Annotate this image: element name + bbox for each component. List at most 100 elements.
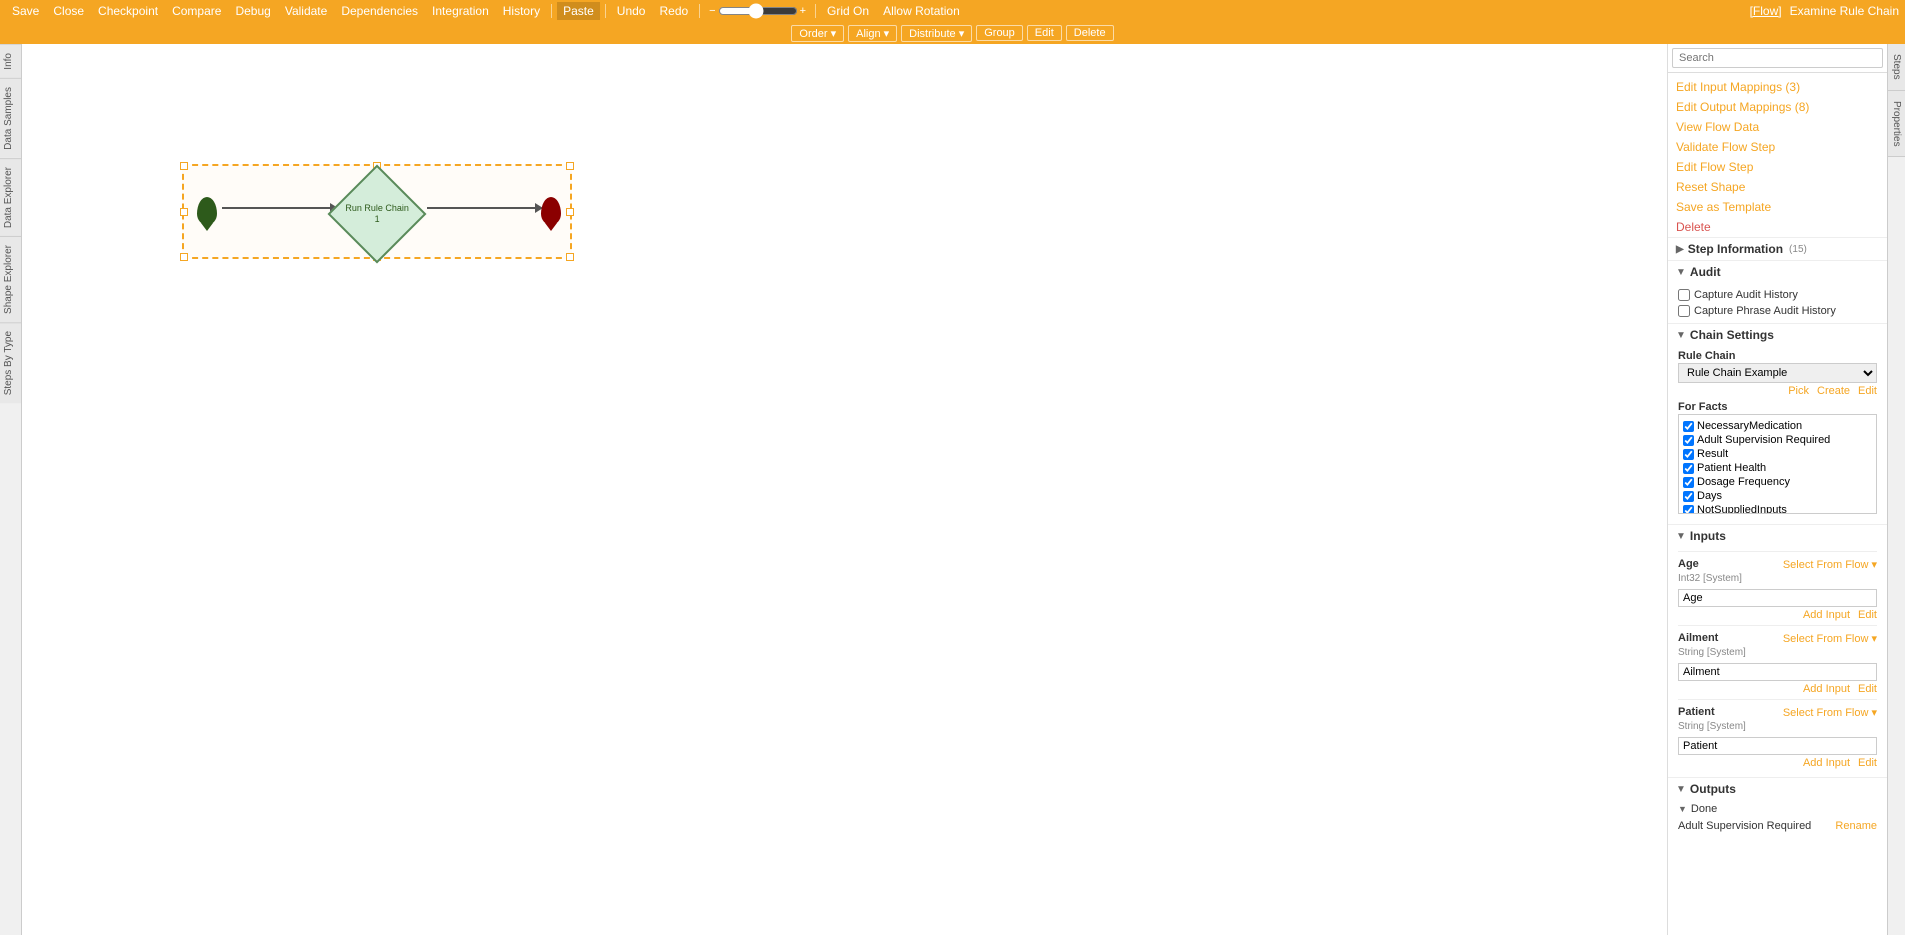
rule-chain-node[interactable]: Run Rule Chain 1 bbox=[327, 179, 427, 249]
capture-phrase-checkbox[interactable] bbox=[1678, 305, 1690, 317]
for-facts-box: NecessaryMedication Adult Supervision Re… bbox=[1678, 414, 1877, 514]
ailment-input-group: Ailment Select From Flow ▾ String [Syste… bbox=[1678, 625, 1877, 699]
save-as-template-link[interactable]: Save as Template bbox=[1668, 197, 1887, 217]
vert-tab-properties[interactable]: Properties bbox=[1888, 91, 1905, 158]
patient-edit-link[interactable]: Edit bbox=[1858, 757, 1877, 769]
fact-checkbox-5[interactable] bbox=[1683, 491, 1694, 502]
fact-checkbox-1[interactable] bbox=[1683, 435, 1694, 446]
fact-label-4: Dosage Frequency bbox=[1697, 476, 1790, 488]
redo-button[interactable]: Redo bbox=[653, 2, 694, 20]
delete-link[interactable]: Delete bbox=[1668, 217, 1887, 237]
diamond-shape: Run Rule Chain 1 bbox=[328, 165, 427, 264]
edit-output-mappings-link[interactable]: Edit Output Mappings (8) bbox=[1668, 97, 1887, 117]
patient-input-field[interactable]: Patient bbox=[1678, 737, 1877, 755]
group-button[interactable]: Group bbox=[976, 25, 1023, 41]
validate-flow-step-link[interactable]: Validate Flow Step bbox=[1668, 137, 1887, 157]
handle-tr[interactable] bbox=[566, 162, 574, 170]
search-input[interactable] bbox=[1672, 48, 1883, 68]
fact-label-5: Days bbox=[1697, 490, 1722, 502]
age-edit-link[interactable]: Edit bbox=[1858, 609, 1877, 621]
align-button[interactable]: Align ▾ bbox=[848, 25, 897, 42]
delete-button[interactable]: Delete bbox=[1066, 25, 1114, 41]
order-button[interactable]: Order ▾ bbox=[791, 25, 844, 42]
ailment-select-from-flow[interactable]: Select From Flow ▾ bbox=[1783, 632, 1877, 645]
inputs-arrow: ▼ bbox=[1676, 531, 1686, 542]
fact-checkbox-0[interactable] bbox=[1683, 421, 1694, 432]
sidebar-tab-data-samples[interactable]: Data Samples bbox=[0, 78, 21, 158]
age-add-input-link[interactable]: Add Input bbox=[1803, 609, 1850, 621]
handle-br[interactable] bbox=[566, 253, 574, 261]
inputs-header[interactable]: ▼ Inputs bbox=[1668, 524, 1887, 547]
close-button[interactable]: Close bbox=[47, 2, 90, 20]
undo-button[interactable]: Undo bbox=[611, 2, 652, 20]
rename-link[interactable]: Rename bbox=[1835, 820, 1877, 832]
handle-tl[interactable] bbox=[180, 162, 188, 170]
main-layout: Info Data Samples Data Explorer Shape Ex… bbox=[0, 44, 1905, 935]
flow-link[interactable]: [Flow] bbox=[1750, 4, 1782, 18]
fact-row-2: Result bbox=[1683, 447, 1872, 461]
patient-add-input-link[interactable]: Add Input bbox=[1803, 757, 1850, 769]
step-info-arrow: ▶ bbox=[1676, 244, 1684, 255]
left-sidebar: Info Data Samples Data Explorer Shape Ex… bbox=[0, 44, 22, 935]
sidebar-tab-info[interactable]: Info bbox=[0, 44, 21, 78]
handle-bl[interactable] bbox=[180, 253, 188, 261]
patient-field-label: Patient bbox=[1678, 706, 1715, 718]
ailment-type-label: String [System] bbox=[1678, 647, 1877, 658]
rule-chain-links: Pick Create Edit bbox=[1678, 385, 1877, 397]
canvas-area[interactable]: Run Rule Chain 1 bbox=[22, 44, 1667, 935]
compare-button[interactable]: Compare bbox=[166, 2, 227, 20]
sidebar-tab-steps-by-type[interactable]: Steps By Type bbox=[0, 322, 21, 403]
rule-chain-select[interactable]: Rule Chain Example bbox=[1678, 363, 1877, 383]
chain-settings-header[interactable]: ▼ Chain Settings bbox=[1668, 323, 1887, 346]
fact-row-4: Dosage Frequency bbox=[1683, 475, 1872, 489]
fact-label-1: Adult Supervision Required bbox=[1697, 434, 1830, 446]
edit-flow-step-link[interactable]: Edit Flow Step bbox=[1668, 157, 1887, 177]
debug-button[interactable]: Debug bbox=[229, 2, 276, 20]
edit-button[interactable]: Edit bbox=[1027, 25, 1062, 41]
fact-checkbox-4[interactable] bbox=[1683, 477, 1694, 488]
age-input-field[interactable]: Age bbox=[1678, 589, 1877, 607]
dependencies-button[interactable]: Dependencies bbox=[335, 2, 424, 20]
ailment-add-input-link[interactable]: Add Input bbox=[1803, 683, 1850, 695]
edit-chain-link[interactable]: Edit bbox=[1858, 385, 1877, 397]
fact-checkbox-2[interactable] bbox=[1683, 449, 1694, 460]
zoom-plus-icon[interactable]: + bbox=[800, 5, 806, 17]
outputs-header[interactable]: ▼ Outputs bbox=[1668, 777, 1887, 800]
step-information-header[interactable]: ▶ Step Information (15) bbox=[1668, 237, 1887, 260]
ailment-edit-link[interactable]: Edit bbox=[1858, 683, 1877, 695]
zoom-slider[interactable] bbox=[718, 3, 798, 19]
audit-header[interactable]: ▼ Audit bbox=[1668, 260, 1887, 283]
integration-button[interactable]: Integration bbox=[426, 2, 495, 20]
age-select-from-flow[interactable]: Select From Flow ▾ bbox=[1783, 558, 1877, 571]
start-node[interactable] bbox=[192, 186, 222, 236]
grid-on-button[interactable]: Grid On bbox=[821, 2, 875, 20]
reset-shape-link[interactable]: Reset Shape bbox=[1668, 177, 1887, 197]
capture-audit-checkbox[interactable] bbox=[1678, 289, 1690, 301]
handle-mr[interactable] bbox=[566, 208, 574, 216]
fact-checkbox-3[interactable] bbox=[1683, 463, 1694, 474]
capture-phrase-label: Capture Phrase Audit History bbox=[1694, 305, 1836, 317]
handle-ml[interactable] bbox=[180, 208, 188, 216]
patient-select-from-flow[interactable]: Select From Flow ▾ bbox=[1783, 706, 1877, 719]
save-button[interactable]: Save bbox=[6, 2, 45, 20]
history-button[interactable]: History bbox=[497, 2, 546, 20]
edit-input-mappings-link[interactable]: Edit Input Mappings (3) bbox=[1668, 77, 1887, 97]
validate-button[interactable]: Validate bbox=[279, 2, 333, 20]
ailment-input-field[interactable]: Ailment bbox=[1678, 663, 1877, 681]
sidebar-tab-data-explorer[interactable]: Data Explorer bbox=[0, 158, 21, 236]
done-row: ▼ Done bbox=[1668, 800, 1887, 818]
paste-button[interactable]: Paste bbox=[557, 2, 600, 20]
zoom-minus-icon[interactable]: − bbox=[709, 5, 715, 17]
checkpoint-button[interactable]: Checkpoint bbox=[92, 2, 164, 20]
fact-checkbox-6[interactable] bbox=[1683, 505, 1694, 515]
distribute-button[interactable]: Distribute ▾ bbox=[901, 25, 972, 42]
outputs-label: Outputs bbox=[1690, 782, 1736, 796]
vert-tab-steps[interactable]: Steps bbox=[1888, 44, 1905, 91]
age-input-group: Age Select From Flow ▾ Int32 [System] Ag… bbox=[1678, 551, 1877, 625]
sidebar-tab-shape-explorer[interactable]: Shape Explorer bbox=[0, 236, 21, 322]
end-node[interactable] bbox=[536, 186, 566, 236]
pick-link[interactable]: Pick bbox=[1788, 385, 1809, 397]
view-flow-data-link[interactable]: View Flow Data bbox=[1668, 117, 1887, 137]
allow-rotation-button[interactable]: Allow Rotation bbox=[877, 2, 966, 20]
create-link[interactable]: Create bbox=[1817, 385, 1850, 397]
